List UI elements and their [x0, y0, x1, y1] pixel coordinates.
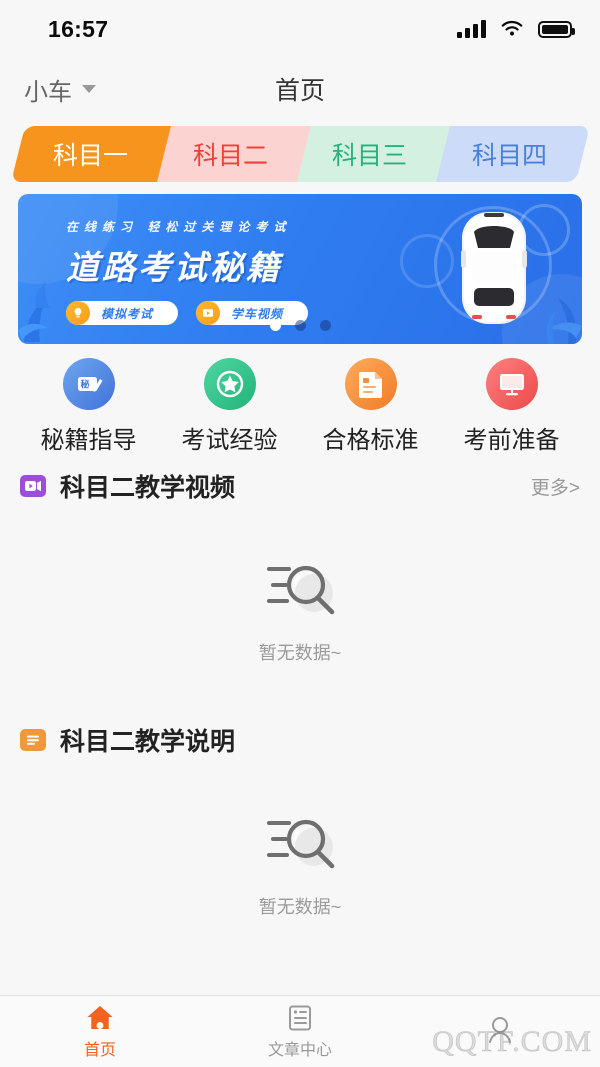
status-icons: [457, 20, 575, 38]
vehicle-type-label: 小车: [24, 78, 72, 106]
wifi-icon: [500, 20, 524, 38]
document-icon: [344, 358, 397, 410]
empty-state-instructions: 暂无数据~: [0, 763, 600, 963]
nav-bar: 小车 首页: [0, 58, 600, 120]
promo-banner-carousel[interactable]: 在线练习 轻松过关理论考试 道路考试秘籍 模拟考试 学车视频: [18, 194, 582, 344]
banner-title: 道路考试秘籍: [66, 249, 282, 286]
tab-subject-2[interactable]: 科目二: [150, 126, 310, 182]
section-more-link-video[interactable]: 更多>: [531, 473, 580, 500]
quick-links-row: 秘 秘籍指导 考试经验 合格标准 考前准备: [0, 344, 600, 455]
site-watermark: QQTF.COM: [432, 1025, 592, 1059]
carousel-dot-3[interactable]: [319, 320, 331, 331]
status-bar: 16:57: [0, 0, 600, 58]
video-icon: [20, 475, 46, 497]
svg-text:秘: 秘: [80, 379, 89, 390]
carousel-dot-1[interactable]: [269, 320, 281, 331]
monitor-icon: [485, 358, 538, 410]
no-data-search-icon: [267, 819, 335, 869]
tab-subject-2-label: 科目二: [192, 142, 268, 170]
article-icon: [289, 1005, 311, 1030]
status-time: 16:57: [48, 15, 109, 42]
empty-state-instructions-text: 暂无数据~: [258, 897, 342, 917]
quick-link-pass-standard[interactable]: 合格标准: [300, 358, 441, 455]
vehicle-type-selector[interactable]: 小车: [24, 72, 96, 107]
signal-bars-icon: [457, 20, 486, 38]
quick-link-exam-prep[interactable]: 考前准备: [441, 358, 582, 455]
section-header-video: 科目二教学视频 更多>: [0, 455, 600, 509]
quick-link-exam-experience-label: 考试经验: [181, 427, 278, 454]
tab-subject-4-label: 科目四: [471, 142, 547, 170]
tab-subject-1-label: 科目一: [53, 142, 129, 170]
empty-state-video: 暂无数据~: [0, 509, 600, 709]
carousel-dots: [18, 320, 582, 331]
chevron-down-icon: [82, 85, 96, 93]
banner-subtitle: 在线练习 轻松过关理论考试: [66, 220, 292, 234]
tab-home[interactable]: 首页: [0, 1004, 200, 1060]
banner-text-block: 在线练习 轻松过关理论考试 道路考试秘籍 模拟考试 学车视频: [66, 218, 308, 325]
carousel-dot-2[interactable]: [294, 320, 306, 331]
no-data-search-icon: [267, 565, 335, 615]
app-screen: 16:57 小车 首页 科目一 科目二 科目三 科目四 在线练习 轻松过关理论考…: [0, 0, 600, 1067]
subject-tabs: 科目一 科目二 科目三 科目四: [0, 126, 600, 182]
section-header-instructions: 科目二教学说明: [0, 709, 600, 763]
home-icon: [87, 1005, 113, 1029]
banner-button-learn-video-label: 学车视频: [230, 306, 283, 321]
battery-full-icon: [538, 20, 575, 38]
quick-link-secret-guide[interactable]: 秘 秘籍指导: [18, 358, 159, 455]
tab-article-center[interactable]: 文章中心: [200, 1004, 400, 1060]
decorative-ring-left: [400, 234, 454, 288]
quick-link-pass-standard-label: 合格标准: [322, 427, 419, 454]
tab-subject-1[interactable]: 科目一: [11, 126, 171, 182]
tab-subject-3[interactable]: 科目三: [290, 126, 450, 182]
tab-subject-4[interactable]: 科目四: [429, 126, 589, 182]
section-title-video: 科目二教学视频: [60, 474, 236, 502]
book-pen-icon: 秘: [62, 358, 115, 410]
star-icon: [203, 358, 256, 410]
empty-state-video-text: 暂无数据~: [258, 643, 342, 663]
banner-button-mock-exam-label: 模拟考试: [100, 306, 153, 321]
tab-home-label: 首页: [83, 1041, 116, 1059]
tab-subject-3-label: 科目三: [332, 142, 408, 170]
section-title-instructions: 科目二教学说明: [60, 728, 236, 756]
quick-link-secret-guide-label: 秘籍指导: [40, 427, 137, 454]
quick-link-exam-experience[interactable]: 考试经验: [159, 358, 300, 455]
list-doc-icon: [20, 729, 46, 751]
quick-link-exam-prep-label: 考前准备: [463, 427, 560, 454]
car-top-view-icon: [461, 212, 527, 324]
tab-article-center-label: 文章中心: [267, 1041, 332, 1059]
